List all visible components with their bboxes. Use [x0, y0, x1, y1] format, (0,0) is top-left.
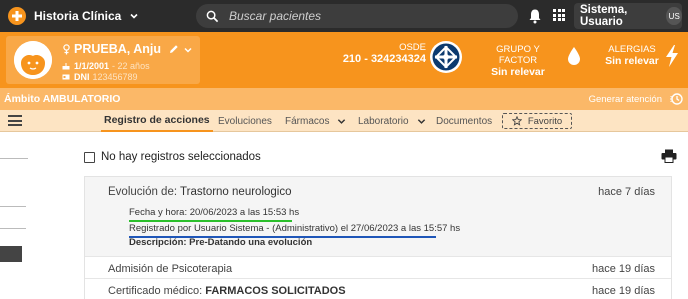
- sidebar-divider: [0, 158, 28, 159]
- tab-documentos[interactable]: Documentos: [436, 110, 492, 132]
- female-gender-icon: [63, 43, 70, 54]
- tab-label: Documentos: [436, 115, 493, 127]
- generate-attention-link[interactable]: Generar atención: [589, 94, 662, 105]
- dni-label: DNI: [74, 72, 90, 82]
- record-prefix: Certificado médico:: [108, 285, 203, 297]
- clock-history-icon[interactable]: [669, 92, 683, 106]
- tab-farmacos[interactable]: Fármacos: [285, 110, 346, 132]
- blood-group-label: GRUPO Y FACTOR: [496, 44, 540, 66]
- record-subject: FARMACOS SOLICITADOS: [205, 285, 346, 297]
- tab-evoluciones[interactable]: Evoluciones: [218, 110, 272, 132]
- tab-label: Fármacos: [285, 115, 330, 127]
- allergy-info: ALERGIAS Sin relevar: [604, 44, 660, 67]
- sidebar-button[interactable]: [0, 246, 22, 262]
- app-logo-icon: [8, 7, 26, 25]
- apps-grid-icon[interactable]: [553, 9, 565, 21]
- app-switcher[interactable]: Historia Clínica: [0, 7, 190, 25]
- records-list: Evolución de: Trastorno neurologico hace…: [84, 176, 672, 299]
- record-entry-evolution[interactable]: Evolución de: Trastorno neurologico hace…: [85, 177, 671, 256]
- user-avatar: US: [666, 7, 682, 25]
- insurer-number: 210 - 324234324: [342, 53, 426, 65]
- allergy-value: Sin relevar: [605, 55, 659, 67]
- record-time: hace 7 días: [598, 186, 655, 198]
- hamburger-menu-icon[interactable]: [8, 115, 22, 126]
- patient-dni: 123456789: [92, 72, 138, 82]
- record-title: Evolución de: Trastorno neurologico: [108, 186, 292, 198]
- record-subject: Trastorno neurologico: [180, 186, 292, 198]
- patient-search[interactable]: [196, 4, 518, 28]
- select-all-checkbox[interactable]: [84, 151, 95, 163]
- lightning-bolt-icon: [666, 45, 678, 67]
- tab-label: Evoluciones: [218, 115, 272, 127]
- star-icon: [511, 116, 522, 126]
- patient-dob-row: 1/1/2001 - 22 años: [62, 61, 150, 71]
- edit-pencil-icon[interactable]: [169, 44, 179, 54]
- patient-name: PRUEBA, Anju: [74, 42, 162, 56]
- chevron-down-icon: [338, 118, 346, 124]
- allergy-label: ALERGIAS: [608, 44, 656, 55]
- insurer-name: OSDE: [399, 42, 426, 53]
- record-prefix: Admisión de Psicoterapia: [108, 263, 233, 275]
- record-registered-line: Registrado por Usuario Sistema - (Admini…: [129, 223, 461, 234]
- tab-label: Laboratorio: [358, 115, 409, 127]
- blood-drop-icon: [568, 47, 580, 65]
- selection-status: No hay registros seleccionados: [101, 151, 261, 163]
- record-entry[interactable]: Certificado médico: FARMACOS SOLICITADOS…: [85, 278, 671, 299]
- blood-group-info: GRUPO Y FACTOR Sin relevar: [476, 44, 560, 78]
- favorite-button[interactable]: Favorito: [502, 113, 572, 129]
- green-highlight-underline: [129, 220, 292, 222]
- patient-header: PRUEBA, Anju 1/1/2001 - 22 años DNI 1234…: [0, 32, 688, 88]
- record-title: Certificado médico: FARMACOS SOLICITADOS: [108, 285, 346, 297]
- insurer-logo-icon: [430, 41, 462, 73]
- sidebar-divider: [0, 228, 26, 229]
- patient-dni-row: DNI 123456789: [62, 72, 138, 82]
- user-menu[interactable]: Sistema, Usuario US: [574, 3, 682, 29]
- search-icon: [206, 10, 219, 22]
- search-input[interactable]: [229, 9, 509, 23]
- sidebar-divider: [0, 206, 26, 207]
- tab-label: Registro de acciones: [104, 114, 210, 126]
- record-description-line: Descripción: Pre-Datando una evolución: [129, 237, 313, 248]
- ambito-label: Ámbito AMBULATORIO: [4, 93, 121, 105]
- patient-card[interactable]: PRUEBA, Anju 1/1/2001 - 22 años DNI 1234…: [6, 36, 200, 84]
- user-name: Sistema, Usuario: [580, 4, 628, 28]
- record-title: Admisión de Psicoterapia: [108, 263, 232, 275]
- patient-age: - 22 años: [112, 61, 150, 71]
- notifications-bell-icon[interactable]: [528, 8, 542, 24]
- record-time: hace 19 días: [592, 263, 655, 275]
- tab-laboratorio[interactable]: Laboratorio: [358, 110, 426, 132]
- cake-icon: [62, 63, 70, 70]
- chevron-down-icon: [130, 13, 138, 19]
- select-all-row: No hay registros seleccionados: [84, 151, 261, 163]
- patient-name-row: PRUEBA, Anju: [62, 42, 179, 56]
- tab-registro-de-acciones[interactable]: Registro de acciones: [101, 110, 213, 132]
- top-navigation-bar: Historia Clínica Sistema, Usuario US: [0, 0, 688, 32]
- id-card-icon: [62, 74, 70, 80]
- blood-group-value: Sin relevar: [491, 66, 545, 78]
- record-time: hace 19 días: [592, 285, 655, 297]
- chevron-down-icon: [417, 118, 425, 124]
- record-prefix: Evolución de:: [108, 186, 178, 198]
- record-date-line: Fecha y hora: 20/06/2023 a las 15:53 hs: [129, 207, 300, 218]
- favorite-label: Favorito: [527, 115, 563, 127]
- ambito-bar: Ámbito AMBULATORIO Generar atención: [0, 88, 688, 110]
- chevron-down-icon[interactable]: [184, 46, 192, 54]
- tab-bar: Registro de acciones Evoluciones Fármaco…: [0, 110, 688, 132]
- insurer-info: OSDE 210 - 324234324: [340, 42, 426, 65]
- patient-dob: 1/1/2001: [74, 61, 110, 71]
- printer-icon[interactable]: [661, 149, 677, 163]
- app-name: Historia Clínica: [34, 9, 122, 23]
- patient-avatar-icon: [14, 41, 52, 79]
- record-entry[interactable]: Admisión de Psicoterapia hace 19 días: [85, 256, 671, 278]
